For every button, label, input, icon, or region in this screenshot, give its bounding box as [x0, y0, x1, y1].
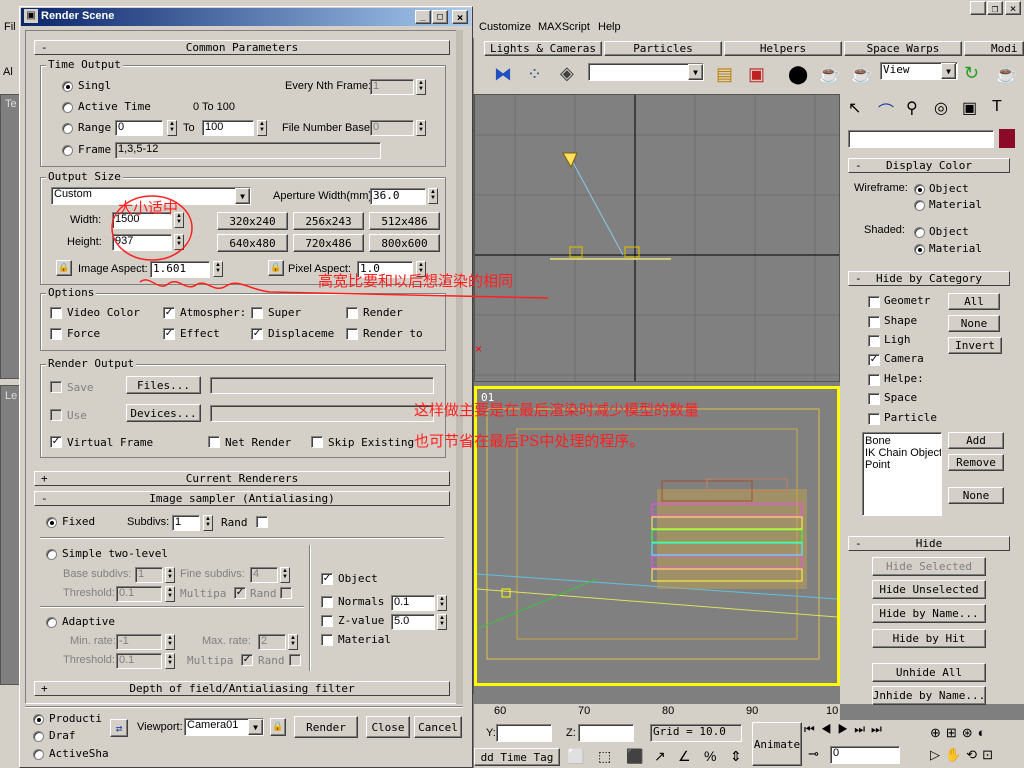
annotation-reduce-note: 这样做主要是在最后渲染时减少模型的数量: [414, 401, 700, 419]
annotation-ps-note: 也可节省在最后PS中处理的程序。: [414, 432, 645, 450]
annotation-ratio-note: 高宽比要和以后想渲染的相同: [318, 272, 514, 290]
annotation-strokes: [111, 195, 549, 299]
annotation-size-note: 大小适中: [118, 199, 179, 217]
